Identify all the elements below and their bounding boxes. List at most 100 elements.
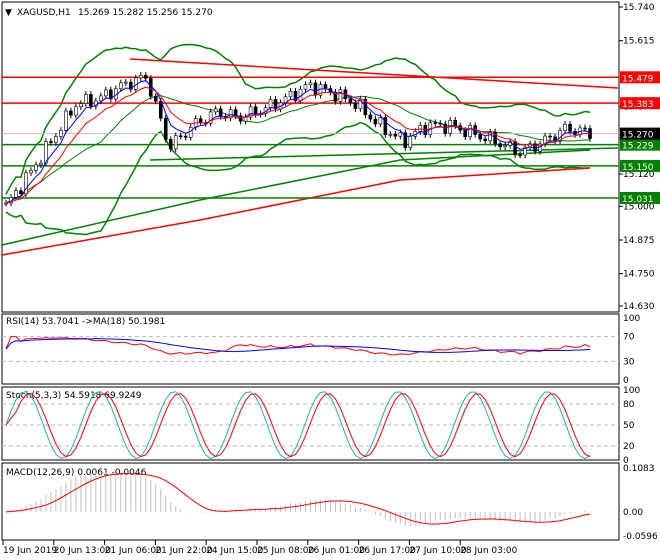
candle	[178, 135, 183, 138]
resistance-trendline	[129, 58, 619, 89]
candle	[453, 120, 458, 127]
price-tick-label: 14.750	[623, 270, 655, 280]
candle	[49, 141, 53, 143]
candle	[14, 190, 18, 198]
candle	[133, 77, 138, 90]
candle	[368, 114, 373, 120]
time-axis-label: 25 Jun 08:00	[257, 546, 314, 556]
trading-chart[interactable]: ▼ XAGUSD,H1 15.269 15.282 15.256 15.270 …	[0, 0, 660, 560]
time-axis-label: 26 Jun 17:00	[359, 546, 416, 556]
candle	[338, 89, 343, 102]
candle	[503, 145, 507, 148]
candle	[483, 138, 487, 142]
candle	[463, 129, 468, 138]
macd-axis-label: -0.0596	[623, 532, 658, 542]
time-axis-label: 26 Jun 01:00	[308, 546, 365, 556]
rsi-axis-label: 0	[623, 376, 629, 386]
candle	[79, 103, 83, 108]
candle	[418, 124, 423, 132]
macd-signal-line	[5, 472, 591, 525]
stoch-axis-label: 20	[623, 442, 635, 452]
level-label: 15.229	[622, 142, 654, 152]
candle	[468, 125, 473, 138]
candle	[123, 81, 128, 84]
candle	[348, 98, 353, 104]
price-tick-label: 15.740	[623, 3, 655, 13]
candle	[533, 143, 537, 152]
candle	[433, 122, 438, 124]
price-tick-label: 14.875	[623, 236, 655, 246]
candle	[39, 162, 43, 166]
macd-axis-label: 0.00	[623, 508, 643, 518]
candle	[478, 134, 482, 140]
candle	[388, 133, 393, 136]
candle	[513, 141, 517, 156]
candle	[303, 84, 308, 90]
collapse-icon[interactable]: ▼	[5, 8, 12, 18]
candle	[54, 136, 58, 143]
candle	[408, 135, 413, 148]
bollinger-upper	[5, 43, 591, 195]
candle	[34, 164, 38, 171]
candle	[268, 99, 273, 108]
main-panel	[1, 1, 620, 313]
candle	[104, 89, 108, 97]
current-price-label: 15.270	[622, 131, 654, 141]
candle	[308, 82, 313, 86]
candle	[19, 190, 23, 195]
candle	[188, 126, 193, 138]
candle	[84, 94, 88, 104]
candle	[198, 118, 203, 123]
candle	[89, 94, 93, 107]
time-axis-label: 24 Jun 15:00	[206, 546, 263, 556]
candle	[393, 133, 398, 137]
candle	[518, 154, 522, 157]
time-axis-label: 21 Jun 06:00	[105, 546, 162, 556]
support-trendline	[149, 147, 619, 161]
candle	[548, 135, 552, 138]
time-axis-label: 28 Jun 03:00	[460, 546, 517, 556]
candle	[99, 95, 103, 102]
candle	[74, 106, 78, 116]
candle	[59, 130, 63, 137]
candle	[119, 82, 123, 90]
candle	[213, 108, 218, 113]
candle	[588, 128, 592, 139]
chart-canvas[interactable]: ▼ XAGUSD,H1 15.269 15.282 15.256 15.270 …	[0, 0, 660, 560]
candle	[138, 74, 143, 79]
level-label: 15.150	[622, 163, 654, 173]
candle	[568, 123, 572, 132]
candle	[583, 127, 587, 130]
candle	[373, 118, 378, 125]
candle	[563, 123, 567, 131]
level-label: 15.383	[622, 100, 654, 110]
rsi-axis-label: 70	[623, 333, 635, 343]
symbol-label: XAGUSD,H1	[17, 8, 71, 18]
price-tick-label: 14.630	[623, 302, 655, 312]
candle	[163, 117, 168, 140]
candle	[438, 122, 443, 125]
bollinger-lower	[5, 121, 591, 236]
stoch-axis-label: 100	[623, 386, 640, 396]
candle	[29, 170, 33, 174]
candle	[173, 135, 178, 150]
candle	[288, 91, 293, 98]
rsi-title: RSI(14) 53.7041 ->MA(18) 50.1981	[6, 317, 165, 327]
time-axis-label: 19 Jun 2019	[3, 546, 57, 556]
candle	[253, 106, 258, 115]
candle	[323, 84, 328, 89]
candle	[168, 139, 173, 150]
bollinger-middle	[5, 95, 591, 204]
candle	[64, 110, 68, 131]
candle	[398, 132, 403, 137]
ohlc-label: 15.269 15.282 15.256 15.270	[78, 8, 213, 18]
candle	[183, 135, 188, 138]
rsi-axis-label: 30	[623, 357, 635, 367]
level-label: 15.031	[622, 195, 654, 205]
ema-5	[5, 80, 591, 204]
price-tick-label: 15.615	[623, 37, 655, 47]
stoch-axis-label: 80	[623, 400, 635, 410]
candle	[498, 143, 502, 148]
macd-axis-label: 0.1083	[623, 464, 655, 474]
stoch-axis-label: 50	[623, 421, 635, 431]
